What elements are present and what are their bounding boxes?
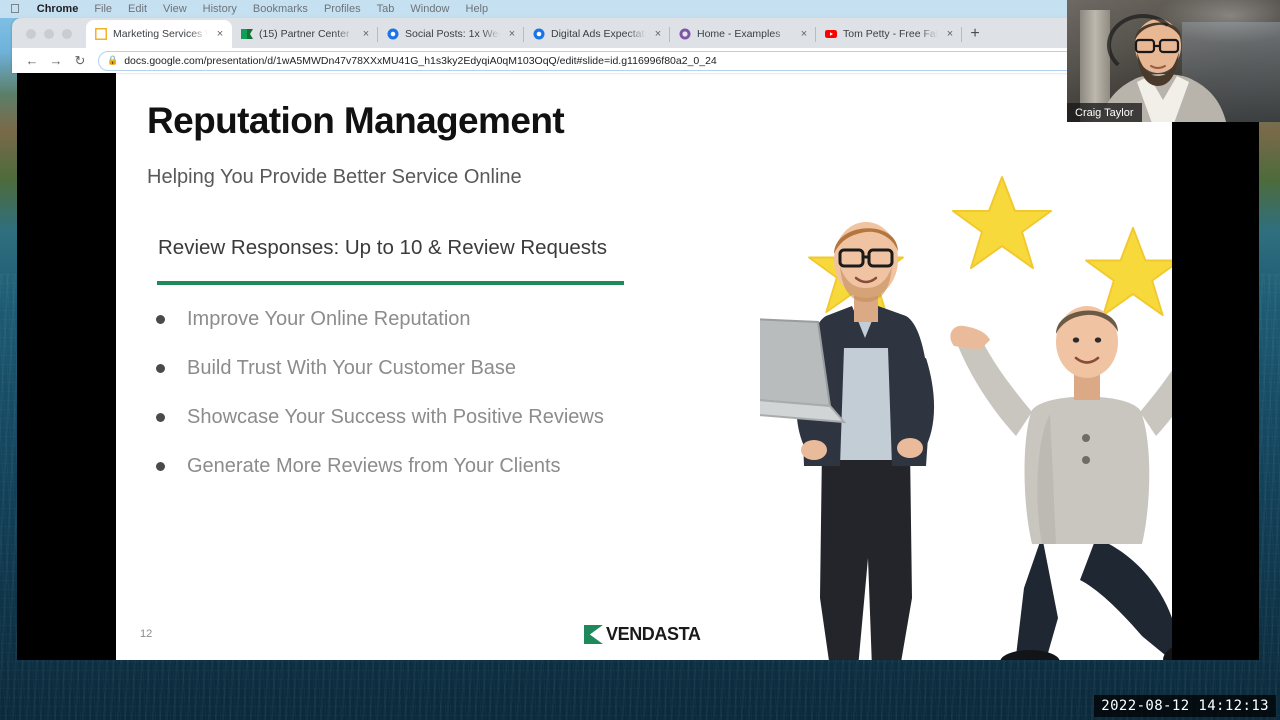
bullet-dot-icon [156,315,165,324]
close-tab-button[interactable]: × [506,28,518,40]
list-item: Generate More Reviews from Your Clients [156,453,676,480]
list-item: Build Trust With Your Customer Base [156,355,676,382]
partner-center-icon [241,28,253,40]
slide-page-number: 12 [140,628,153,640]
menu-item-profiles[interactable]: Profiles [316,3,369,15]
apple-logo-icon[interactable]:  [8,2,29,16]
tab-title: Tom Petty - Free Fallin' - YouT [843,28,938,40]
bullet-text: Improve Your Online Reputation [187,308,471,330]
list-item: Showcase Your Success with Positive Revi… [156,404,676,431]
globe-icon [533,28,545,40]
globe-icon [387,28,399,40]
close-tab-button[interactable]: × [360,28,372,40]
slides-icon [95,28,107,40]
vendasta-logo: VENDASTA [584,624,701,645]
google-slides-slide[interactable]: Reputation Management Helping You Provid… [116,73,1172,660]
address-bar[interactable]: 🔒 docs.google.com/presentation/d/1wA5MWD… [98,50,1188,71]
close-tab-button[interactable]: × [798,28,810,40]
minimize-window-button[interactable] [44,29,54,39]
bullet-dot-icon [156,364,165,373]
menu-item-help[interactable]: Help [458,3,497,15]
menu-item-bookmarks[interactable]: Bookmarks [245,3,316,15]
menu-item-view[interactable]: View [155,3,195,15]
tab-marketing-services-workshop[interactable]: Marketing Services Workshop × [86,20,232,48]
bullet-dot-icon [156,413,165,422]
menu-item-tab[interactable]: Tab [369,3,403,15]
list-item: Improve Your Online Reputation [156,306,676,333]
back-button[interactable]: ← [20,50,44,72]
purple-circle-icon [679,28,691,40]
tab-tom-petty-youtube[interactable]: Tom Petty - Free Fallin' - YouT × [816,20,962,48]
tab-digital-ads-expectations[interactable]: Digital Ads Expectations Broch × [524,20,670,48]
webcam-video-overlay[interactable]: Craig Taylor [1067,0,1280,122]
maximize-window-button[interactable] [62,29,72,39]
menu-item-file[interactable]: File [86,3,120,15]
participant-name-text: Craig Taylor [1075,106,1134,119]
youtube-icon [825,28,837,40]
tab-home-examples[interactable]: Home - Examples × [670,20,816,48]
bullet-text: Showcase Your Success with Positive Revi… [187,406,604,428]
menu-item-chrome[interactable]: Chrome [29,3,87,15]
tab-title: (15) Partner Center [259,28,350,40]
window-traffic-lights[interactable] [18,29,86,48]
vendasta-mark-icon [584,625,603,644]
menu-item-edit[interactable]: Edit [120,3,155,15]
slide-divider-rule [157,281,624,285]
man-kneeling-arms-up-photo [946,288,1172,660]
tab-title: Digital Ads Expectations Broch [551,28,646,40]
bullet-text: Generate More Reviews from Your Clients [187,455,561,477]
reload-button[interactable]: ↻ [68,50,92,72]
slide-subtitle: Helping You Provide Better Service Onlin… [147,166,522,188]
address-bar-url: docs.google.com/presentation/d/1wA5MWDn4… [124,54,717,67]
recording-timestamp: 2022-08-12 14:12:13 [1094,695,1276,717]
tab-title: Social Posts: 1x Week | Service [405,28,500,40]
slide-bullet-list: Improve Your Online Reputation Build Tru… [156,306,676,502]
close-tab-button[interactable]: × [944,28,956,40]
tab-title: Home - Examples [697,28,781,40]
close-tab-button[interactable]: × [214,28,226,40]
tab-title: Marketing Services Workshop [113,28,208,40]
new-tab-button[interactable]: + [962,21,988,47]
headset-icon [1107,14,1179,76]
tab-social-posts[interactable]: Social Posts: 1x Week | Service × [378,20,524,48]
close-window-button[interactable] [26,29,36,39]
slide-section-heading: Review Responses: Up to 10 & Review Requ… [158,236,607,259]
menu-item-history[interactable]: History [195,3,245,15]
vendasta-wordmark: VENDASTA [606,624,701,644]
lock-icon: 🔒 [107,55,119,65]
menu-item-window[interactable]: Window [402,3,457,15]
man-with-laptop-photo [726,198,970,660]
forward-button[interactable]: → [44,50,68,72]
bullet-text: Build Trust With Your Customer Base [187,357,517,379]
close-tab-button[interactable]: × [652,28,664,40]
tab-partner-center[interactable]: (15) Partner Center × [232,20,378,48]
slide-title: Reputation Management [147,100,565,141]
bullet-dot-icon [156,462,165,471]
participant-name-label: Craig Taylor [1067,103,1142,122]
slide-artwork [626,128,1172,660]
